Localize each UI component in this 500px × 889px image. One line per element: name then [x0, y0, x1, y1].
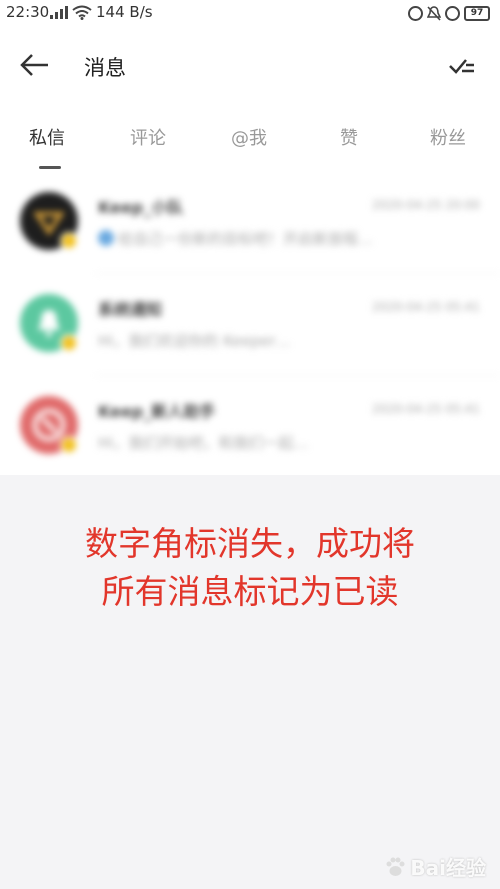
tab-mentions[interactable]: @我	[231, 124, 267, 150]
mark-all-read-icon[interactable]	[448, 54, 476, 78]
annotation-line-2: 所有消息标记为已读	[101, 572, 399, 611]
message-preview: 给自己一份新的目标吧！开启新旅程…	[98, 228, 373, 249]
sender-name: Keep_新人助手	[98, 402, 216, 421]
header: 消息	[0, 40, 500, 92]
back-arrow-icon[interactable]	[18, 50, 52, 80]
message-time: 2020-04-25 05:41	[371, 300, 480, 314]
watermark-text: Bai经验	[410, 856, 486, 880]
message-preview: Hi，我们欢迎你的 Keeper…	[98, 332, 291, 350]
paw-icon	[386, 857, 405, 876]
lock-rotation-icon	[445, 5, 460, 21]
tab-likes[interactable]: 赞	[340, 124, 358, 150]
message-list: Keep_小队 2020-04-25 20:00 给自己一份新的目标吧！开启新旅…	[0, 172, 500, 478]
page-title: 消息	[84, 56, 126, 80]
sender-name: 系统通知	[98, 300, 163, 319]
tab-fans[interactable]: 粉丝	[430, 124, 466, 150]
battery-icon: 97	[464, 5, 490, 21]
data-saver-icon	[408, 5, 423, 21]
status-bar: 22:30 144 B/s 97	[0, 0, 500, 26]
active-tab-indicator	[39, 166, 61, 169]
message-time: 2020-04-25 20:00	[371, 198, 480, 212]
tab-comments[interactable]: 评论	[130, 124, 166, 150]
verified-badge	[60, 334, 78, 352]
message-preview: Hi，我们开始吧，和我们一起…	[98, 434, 309, 452]
list-item[interactable]: 系统通知 2020-04-25 05:41 Hi，我们欢迎你的 Keeper…	[0, 274, 500, 376]
baidu-watermark: Bai经验	[383, 852, 486, 881]
sender-name: Keep_小队	[98, 198, 184, 217]
tab-bar: 私信 评论 @我 赞 粉丝	[0, 118, 500, 169]
message-time: 2020-04-25 05:41	[371, 402, 480, 416]
mute-bell-icon	[427, 5, 441, 21]
emoji-icon	[98, 230, 114, 246]
list-item[interactable]: Keep_新人助手 2020-04-25 05:41 Hi，我们开始吧，和我们一…	[0, 376, 500, 478]
tab-private-message[interactable]: 私信	[29, 124, 65, 150]
annotation-line-1: 数字角标消失，成功将	[85, 524, 415, 563]
network-speed: 144 B/s	[96, 3, 153, 21]
annotation-caption: 数字角标消失，成功将 所有消息标记为已读	[0, 520, 500, 616]
signal-icon	[50, 6, 68, 19]
verified-badge	[60, 436, 78, 454]
verified-badge	[60, 232, 78, 250]
status-icons: 97	[408, 4, 490, 22]
preview-text: 给自己一份新的目标吧！开启新旅程…	[118, 230, 374, 248]
status-time: 22:30	[6, 3, 50, 21]
list-item[interactable]: Keep_小队 2020-04-25 20:00 给自己一份新的目标吧！开启新旅…	[0, 172, 500, 274]
wifi-icon	[72, 5, 92, 20]
